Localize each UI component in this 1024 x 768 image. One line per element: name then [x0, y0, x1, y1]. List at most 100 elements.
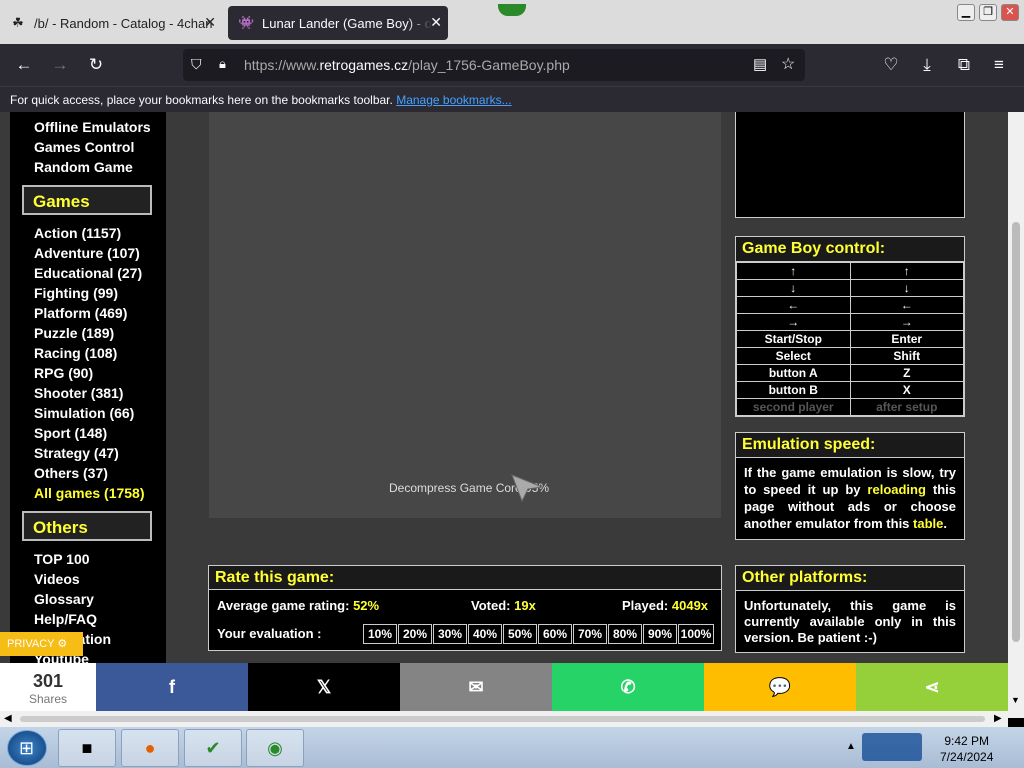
close-window-button[interactable]: ✕ — [1001, 4, 1019, 21]
speed-text: If the game emulation is slow, try to sp… — [736, 458, 964, 538]
tab-4chan[interactable]: ☘ /b/ - Random - Catalog - 4chan ✕ — [0, 6, 222, 40]
reloading-link[interactable]: reloading — [867, 482, 926, 497]
close-tab-icon[interactable]: ✕ — [204, 14, 216, 31]
sidebar-item-rpg[interactable]: RPG (90) — [34, 365, 93, 381]
sidebar-item-platform[interactable]: Platform (469) — [34, 305, 127, 321]
sms-share-button[interactable]: 💬 — [704, 663, 856, 711]
manage-bookmarks-link[interactable]: Manage bookmarks... — [396, 93, 511, 107]
address-bar[interactable]: ⛉ 🔒︎ https://www.retrogames.cz/play_1756… — [183, 49, 805, 81]
restore-button[interactable]: ❐ — [979, 4, 997, 21]
email-share-button[interactable]: ✉ — [400, 663, 552, 711]
forward-button[interactable]: → — [48, 53, 72, 77]
horizontal-scrollbar[interactable]: ◀ ▶ — [0, 711, 1008, 727]
rate-panel: Rate this game: Average game rating: 52%… — [208, 565, 722, 651]
tab-lunar-lander[interactable]: 👾 Lunar Lander (Game Boy) - online ✕ — [228, 6, 448, 40]
key-right: → — [736, 313, 851, 331]
info-panel-top — [735, 112, 965, 218]
clock[interactable]: 9:42 PM 7/24/2024 — [940, 733, 993, 765]
sidebar-item-puzzle[interactable]: Puzzle (189) — [34, 325, 114, 341]
sidebar-item-others[interactable]: Others (37) — [34, 465, 108, 481]
speed-text-3: . — [943, 516, 948, 531]
sidebar-item-shooter[interactable]: Shooter (381) — [34, 385, 123, 401]
hscroll-thumb[interactable] — [20, 716, 985, 722]
navigation-bar: ← → ↻ ⛉ 🔒︎ https://www.retrogames.cz/pla… — [0, 44, 1024, 86]
key-select: Select — [736, 347, 851, 365]
rate-option-50[interactable]: 50% — [503, 624, 537, 644]
game-canvas[interactable]: Decompress Game Core 95% — [209, 112, 721, 518]
avg-label: Average game rating: — [217, 598, 350, 613]
reload-button[interactable]: ↻ — [84, 53, 108, 77]
x-share-button[interactable]: 𝕏 — [248, 663, 400, 711]
rate-option-40[interactable]: 40% — [468, 624, 502, 644]
download-icon[interactable]: ⤓ — [915, 53, 939, 77]
sidebar-item-sport[interactable]: Sport (148) — [34, 425, 107, 441]
sidebar: Offline Emulators Games Control Random G… — [10, 112, 166, 663]
sidebar-item-educational[interactable]: Educational (27) — [34, 265, 142, 281]
key-select-map: Shift — [849, 347, 964, 365]
sidebar-item-fighting[interactable]: Fighting (99) — [34, 285, 118, 301]
close-tab-icon[interactable]: ✕ — [430, 14, 442, 31]
rate-option-70[interactable]: 70% — [573, 624, 607, 644]
privacy-label: PRIVACY — [7, 638, 55, 650]
vertical-scrollbar[interactable]: ▼ — [1008, 112, 1024, 718]
sidebar-item-games-control[interactable]: Games Control — [34, 139, 134, 155]
share-count-number: 301 — [32, 671, 64, 691]
taskbar-app-tasks[interactable]: ✔ — [184, 729, 242, 767]
menu-icon[interactable]: ≡ — [987, 53, 1011, 77]
bookmark-star-icon[interactable]: ☆ — [781, 54, 795, 74]
sidebar-item-all-games[interactable]: All games (1758) — [34, 485, 145, 501]
url-domain: retrogames.cz — [319, 57, 409, 73]
shield-icon[interactable]: ⛉ — [191, 56, 202, 73]
scroll-down-icon[interactable]: ▼ — [1011, 695, 1020, 705]
sidebar-item-random-game[interactable]: Random Game — [34, 159, 133, 175]
web-page: Offline Emulators Games Control Random G… — [0, 112, 1008, 663]
key-start: Start/Stop — [736, 330, 851, 348]
taskbar-app-firefox[interactable]: ● — [121, 729, 179, 767]
minimize-button[interactable]: ▁ — [957, 4, 975, 21]
sidebar-item-top100[interactable]: TOP 100 — [34, 551, 90, 567]
lock-icon[interactable]: 🔒︎ — [219, 56, 226, 72]
facebook-share-button[interactable]: f — [96, 663, 248, 711]
taskbar-app-download-manager[interactable]: ◉ — [246, 729, 304, 767]
extensions-icon[interactable]: ⧉ — [952, 53, 976, 77]
gear-icon: ⚙ — [57, 638, 68, 650]
url-text[interactable]: https://www.retrogames.cz/play_1756-Game… — [244, 57, 570, 73]
scroll-left-icon[interactable]: ◀ — [4, 713, 12, 724]
rate-option-100[interactable]: 100% — [678, 624, 714, 644]
voted-label: Voted: — [471, 598, 511, 613]
second-player-map: after setup — [849, 398, 964, 416]
back-button[interactable]: ← — [12, 53, 36, 77]
sidebar-item-simulation[interactable]: Simulation (66) — [34, 405, 134, 421]
clock-time: 9:42 PM — [944, 734, 990, 748]
control-table: ↑ ↑ ↓ ↓ ← ← → → Start/Stop Enter Select Shift … — [736, 262, 964, 416]
sidebar-item-help-faq[interactable]: Help/FAQ — [34, 611, 97, 627]
start-button[interactable]: ⊞ — [7, 730, 47, 766]
scroll-right-icon[interactable]: ▶ — [994, 713, 1002, 724]
sidebar-item-offline-emulators[interactable]: Offline Emulators — [34, 119, 151, 135]
reader-view-icon[interactable]: ▤ — [753, 55, 767, 73]
taskbar-app-terminal[interactable]: ■ — [58, 729, 116, 767]
sidebar-item-adventure[interactable]: Adventure (107) — [34, 245, 140, 261]
whatsapp-share-button[interactable]: ✆ — [552, 663, 704, 711]
rate-option-10[interactable]: 10% — [363, 624, 397, 644]
rate-option-20[interactable]: 20% — [398, 624, 432, 644]
scroll-thumb[interactable] — [1012, 222, 1020, 642]
table-link[interactable]: table — [913, 516, 943, 531]
rate-option-60[interactable]: 60% — [538, 624, 572, 644]
tray-icons[interactable] — [862, 733, 922, 761]
sidebar-item-strategy[interactable]: Strategy (47) — [34, 445, 119, 461]
privacy-button[interactable]: PRIVACY ⚙ — [0, 632, 83, 656]
share-count: 301 Shares — [0, 663, 96, 711]
share-count-label: Shares — [28, 692, 68, 706]
sidebar-item-racing[interactable]: Racing (108) — [34, 345, 117, 361]
share-button[interactable]: ⋖ — [856, 663, 1008, 711]
rate-option-80[interactable]: 80% — [608, 624, 642, 644]
tray-expand-icon[interactable]: ▲ — [846, 741, 856, 752]
rate-option-90[interactable]: 90% — [643, 624, 677, 644]
sidebar-item-glossary[interactable]: Glossary — [34, 591, 94, 607]
sidebar-item-action[interactable]: Action (1157) — [34, 225, 121, 241]
sidebar-item-videos[interactable]: Videos — [34, 571, 80, 587]
pocket-icon[interactable]: ♡ — [879, 53, 903, 77]
key-up: ↑ — [736, 262, 851, 280]
rate-option-30[interactable]: 30% — [433, 624, 467, 644]
